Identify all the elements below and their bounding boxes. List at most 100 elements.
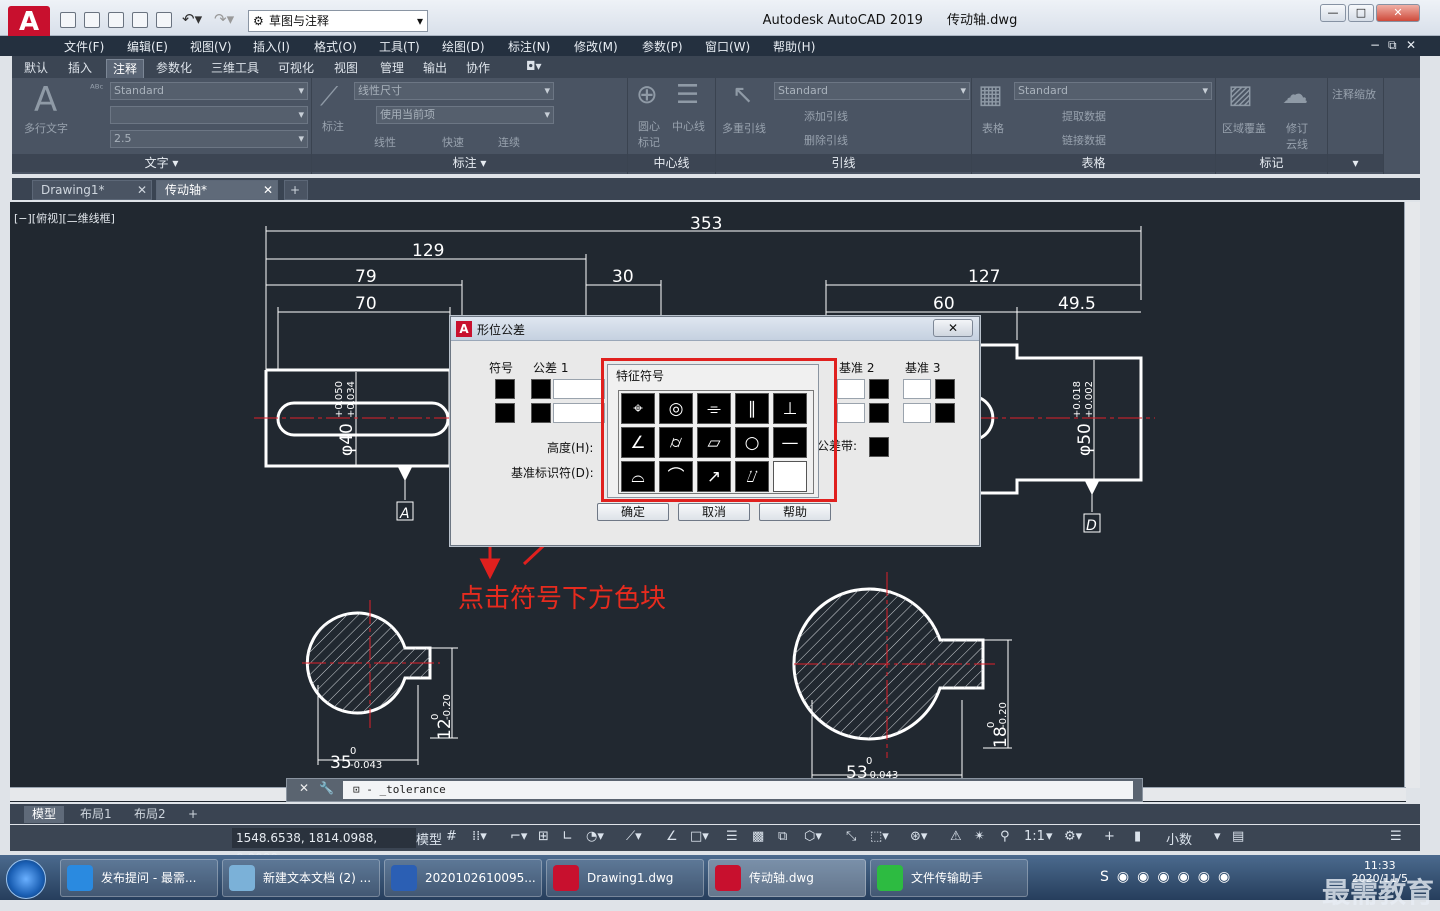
datum3-material-swatch-2[interactable] [935,403,955,423]
table-icon[interactable]: ▦ [978,80,1003,110]
taskbar-item-browser[interactable]: 发布提问 - 最需... [60,859,218,897]
close-icon[interactable]: ✕ [137,181,147,200]
dim-layer-combo[interactable]: 使用当前项 [376,106,554,124]
mleader-icon[interactable]: ↖ [732,80,754,110]
selection-filter-icon[interactable]: ⬚▾ [870,829,889,844]
ok-button[interactable]: 确定 [597,503,669,521]
new-tab-icon[interactable]: + [284,180,308,200]
coordinates-readout[interactable]: 1548.6538, 1814.0988, 0.0000 [232,828,416,865]
workspace-dropdown[interactable]: 草图与注释 [248,10,428,32]
tab-annotate[interactable]: 注释 [106,59,145,78]
menu-tools[interactable]: 工具(T) [379,38,420,55]
table-label[interactable]: 表格 [982,120,1004,136]
save-icon[interactable] [108,12,124,28]
dynamic-input-icon[interactable]: ⊞ [538,829,549,844]
tol1-diameter-swatch[interactable] [531,379,551,399]
help-button[interactable]: 帮助 [759,503,831,521]
mtext-icon[interactable]: A [34,80,57,120]
menu-modify[interactable]: 修改(M) [574,38,618,55]
taskbar-item-notepad[interactable]: 新建文本文档 (2) ... [222,859,380,897]
mleader-label[interactable]: 多重引线 [722,120,766,136]
mtext-label[interactable]: 多行文字 [24,120,68,136]
taskbar-item-shaft[interactable]: 传动轴.dwg [708,859,866,897]
annotation-visibility-icon[interactable]: ⚠ [950,829,962,844]
leader-panel-title[interactable]: 引线 [716,154,971,172]
symbol-swatch-1[interactable] [495,379,515,399]
extract-data-button[interactable]: 提取数据 [1062,108,1106,124]
text-style-combo[interactable]: Standard [110,82,308,100]
print-icon[interactable] [156,12,172,28]
gizmo-icon[interactable]: ⊛▾ [910,829,927,844]
taskbar-item-wechat[interactable]: 文件传输助手 [870,859,1028,897]
linear-button[interactable]: 线性 [374,134,396,150]
wipeout-icon[interactable]: ▨ [1228,80,1253,110]
viewport-controls[interactable]: [−][俯视][二维线框] [14,210,115,226]
center-mark-icon[interactable]: ⊕ [636,80,658,110]
datum2-input-2[interactable] [837,403,865,423]
annotation-scale-icon[interactable]: ⚲ [1000,829,1010,844]
minimize-button[interactable]: — [1320,4,1346,22]
taskbar-item-drawing1[interactable]: Drawing1.dwg [546,859,704,897]
dialog-close-button[interactable]: ✕ [933,319,973,337]
annotation-scale-value[interactable]: 1:1 [1024,829,1045,844]
dimension-label[interactable]: 标注 [322,118,344,134]
autocad-logo-icon[interactable]: A [8,6,50,40]
quick-properties-icon[interactable]: ▤ [1232,829,1244,844]
units-dropdown-icon[interactable]: ▾ [1214,829,1221,844]
menu-parameters[interactable]: 参数(P) [642,38,683,55]
add-leader-button[interactable]: 添加引线 [804,108,848,124]
dynamic-ucs-icon[interactable]: ⤡ [846,829,856,844]
transparency-icon[interactable]: ▩ [752,829,764,844]
symbol-swatch-2[interactable] [495,403,515,423]
customize-icon[interactable]: ☰ [1390,829,1402,844]
dimension-icon[interactable]: ⟋ [320,82,338,113]
tab-default[interactable]: 默认 [18,59,54,76]
revcloud-icon[interactable]: ☁ [1282,80,1308,110]
vertical-scrollbar[interactable] [1404,202,1420,788]
text-height-combo[interactable]: 2.5 [110,130,308,148]
tab-collaborate[interactable]: 协作 [460,59,496,76]
datum3-input[interactable] [903,379,931,399]
table-panel-title[interactable]: 表格 [972,154,1215,172]
units-value[interactable]: 小数 [1166,829,1192,848]
open-file-icon[interactable] [84,12,100,28]
dim-style-combo[interactable]: 线性尺寸 [354,82,554,100]
doc-restore-icon[interactable]: ⧉ [1388,38,1397,53]
tray-icons[interactable]: S◉◉◉◉◉◉ [1100,869,1238,885]
continue-button[interactable]: 连续 [498,134,520,150]
menu-insert[interactable]: 插入(I) [253,38,290,55]
centerline-icon[interactable]: ☰ [676,80,699,110]
tab-3d-tools[interactable]: 三维工具 [205,59,265,76]
dialog-title-bar[interactable]: A 形位公差 ✕ [451,317,979,341]
link-data-button[interactable]: 链接数据 [1062,132,1106,148]
table-style-combo[interactable]: Standard [1014,82,1212,100]
new-file-icon[interactable] [60,12,76,28]
center-mark-label[interactable]: 圆心标记 [638,118,662,150]
isodraft-icon[interactable]: ⟋▾ [626,829,642,844]
polar-icon[interactable]: ◔▾ [586,829,604,844]
datum3-input-2[interactable] [903,403,931,423]
taskbar-item-word[interactable]: 2020102610095... [384,859,542,897]
cancel-button[interactable]: 取消 [678,503,750,521]
grid-icon[interactable]: # [446,829,457,844]
leader-style-combo[interactable]: Standard [774,82,970,100]
revcloud-label[interactable]: 修订云线 [1286,120,1316,152]
wipeout-label[interactable]: 区域覆盖 [1222,120,1266,136]
add-layout-icon[interactable]: + [180,806,206,823]
close-icon[interactable]: ✕ [299,781,309,795]
workspace-gear-icon[interactable]: ⚙▾ [1064,829,1082,844]
doc-minimize-icon[interactable]: − [1370,38,1380,52]
menu-draw[interactable]: 绘图(D) [442,38,485,55]
annotation-scaling-expand-icon[interactable]: ▾ [1328,154,1383,172]
tab-view[interactable]: 视图 [328,59,364,76]
tab-output[interactable]: 输出 [417,59,453,76]
text-search-field[interactable] [110,106,308,124]
3d-osnap-icon[interactable]: ⬡▾ [804,829,822,844]
doc-tab-shaft[interactable]: 传动轴* ✕ [156,180,278,200]
scale-dropdown-icon[interactable]: ▾ [1046,829,1053,844]
save-as-icon[interactable] [132,12,148,28]
tol1-diameter-swatch-2[interactable] [531,403,551,423]
projected-zone-swatch[interactable] [869,437,889,457]
menu-edit[interactable]: 编辑(E) [127,38,168,55]
menu-file[interactable]: 文件(F) [64,38,104,55]
